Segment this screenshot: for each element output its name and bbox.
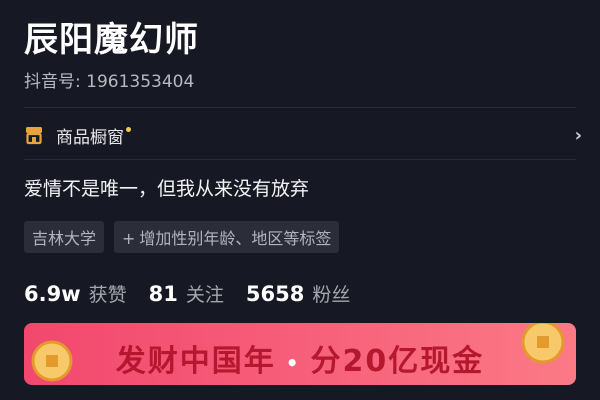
douyin-id: 抖音号: 1961353404 (24, 72, 195, 92)
banner-separator: • (285, 350, 301, 375)
banner-title-right: 分20亿现金 (310, 344, 485, 379)
plus-icon: + (122, 229, 136, 248)
promo-banner[interactable]: 发财中国年 • 分20亿现金 (24, 323, 576, 385)
tag-list: 吉林大学 + 增加性别年龄、地区等标签 (24, 221, 340, 253)
add-tags-label: 增加性别年龄、地区等标签 (139, 229, 332, 248)
divider (24, 159, 576, 160)
following-stat[interactable]: 81 关注 (149, 280, 224, 307)
stats-bar: 6.9w 获赞 81 关注 5658 粉丝 (24, 280, 372, 307)
shop-window-icon (24, 125, 44, 145)
chevron-right-icon[interactable]: › (575, 125, 582, 146)
notification-dot (126, 126, 131, 132)
followers-stat[interactable]: 5658 粉丝 (246, 280, 350, 307)
likes-count: 6.9w (24, 282, 81, 306)
coin-icon (521, 323, 565, 364)
shop-window-row[interactable]: 商品橱窗 › (24, 118, 582, 152)
followers-label: 粉丝 (312, 284, 351, 306)
divider (24, 107, 576, 108)
following-label: 关注 (185, 284, 224, 306)
followers-count: 5658 (245, 282, 305, 306)
following-count: 81 (148, 282, 178, 306)
profile-name: 辰阳魔幻师 (24, 20, 199, 60)
bio-text: 爱情不是唯一，但我从来没有放弃 (24, 178, 310, 200)
likes-label: 获赞 (88, 284, 127, 306)
add-tags-button[interactable]: + 增加性别年龄、地区等标签 (114, 221, 340, 253)
shop-window-label: 商品橱窗 (56, 127, 124, 148)
banner-title-left: 发财中国年 (115, 344, 276, 379)
likes-stat[interactable]: 6.9w 获赞 (24, 280, 127, 307)
school-tag[interactable]: 吉林大学 (24, 221, 105, 253)
banner-title: 发财中国年 • 分20亿现金 (24, 336, 576, 380)
